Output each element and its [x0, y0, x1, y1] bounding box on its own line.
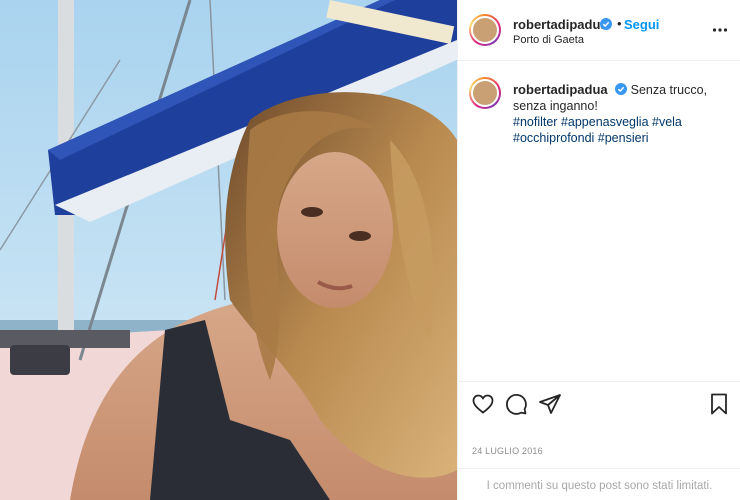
caption-text: robertadipadua Senza trucco, senza ingann…	[513, 82, 728, 146]
more-options-icon[interactable]	[712, 22, 728, 38]
hashtag-links[interactable]: #nofilter #appenasveglia #vela #occhipro…	[513, 115, 682, 145]
paper-plane-icon[interactable]	[538, 392, 562, 416]
post-photo[interactable]	[0, 0, 457, 500]
separator-dot: •	[617, 16, 622, 31]
caption-section: robertadipadua Senza trucco, senza ingann…	[458, 61, 740, 381]
selfie-on-sailboat-image	[0, 0, 457, 500]
post-date[interactable]: 24 LUGLIO 2016	[472, 446, 543, 456]
username-link[interactable]: robertadipadua	[513, 17, 608, 32]
post-side-panel: robertadipadua • Segui Porto di Gaeta ro…	[457, 0, 740, 500]
verified-badge-icon	[614, 83, 627, 95]
bookmark-icon[interactable]	[707, 392, 731, 416]
avatar[interactable]	[469, 14, 501, 46]
comments-limited-notice: I commenti su questo post sono stati lim…	[458, 468, 740, 500]
comment-bubble-icon[interactable]	[504, 392, 528, 416]
post-header: robertadipadua • Segui Porto di Gaeta	[458, 0, 740, 61]
heart-icon[interactable]	[471, 392, 495, 416]
location-link[interactable]: Porto di Gaeta	[513, 34, 584, 46]
caption-username-link[interactable]: robertadipadua	[513, 82, 608, 97]
verified-badge-icon	[600, 18, 612, 30]
caption-avatar[interactable]	[469, 77, 501, 109]
follow-button[interactable]: Segui	[624, 17, 659, 32]
action-bar	[458, 381, 740, 425]
